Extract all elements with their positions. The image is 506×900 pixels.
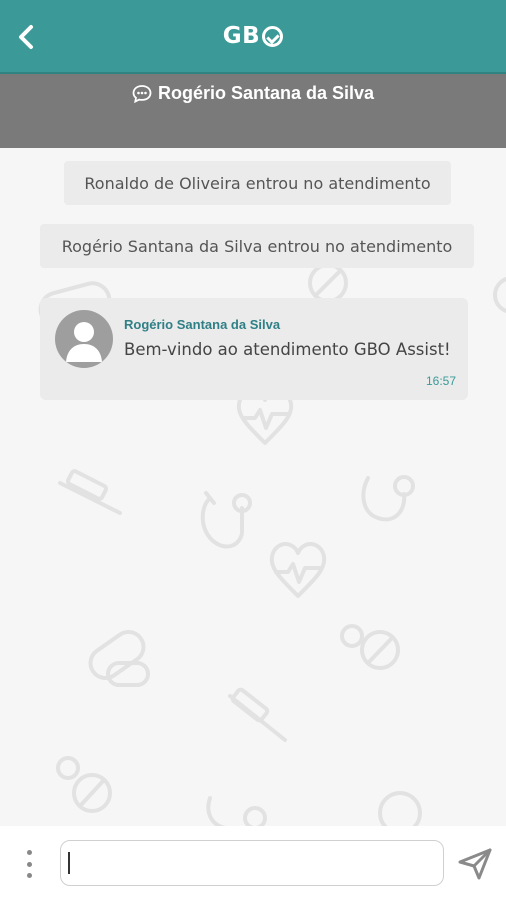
- system-message: Rogério Santana da Silva entrou no atend…: [40, 224, 474, 268]
- system-message: Ronaldo de Oliveira entrou no atendiment…: [64, 161, 451, 205]
- logo-text: GB: [222, 23, 261, 49]
- contact-name: Rogério Santana da Silva: [157, 83, 375, 103]
- chat-bubble-icon: [132, 85, 152, 104]
- conversation-title: Rogério Santana da Silva: [132, 83, 374, 148]
- chat-area[interactable]: Ronaldo de Oliveira entrou no atendiment…: [0, 148, 506, 826]
- logo-check-icon: [262, 25, 284, 47]
- app-header: GB: [0, 0, 506, 74]
- dot: [26, 873, 32, 878]
- send-button[interactable]: [456, 846, 494, 882]
- message-text: Bem-vindo ao atendimento GBO Assist!: [124, 340, 451, 359]
- message-sender: Rogério Santana da Silva: [124, 317, 281, 332]
- back-button[interactable]: [8, 17, 44, 57]
- avatar: [55, 310, 113, 368]
- dot: [26, 861, 32, 867]
- conversation-header: Rogério Santana da Silva: [0, 74, 506, 148]
- user-icon: [66, 322, 102, 362]
- dot: [26, 850, 32, 855]
- send-icon: [458, 848, 492, 880]
- message-input[interactable]: [60, 840, 444, 886]
- chevron-left-icon: [19, 25, 33, 49]
- chat-message-bubble: Rogério Santana da Silva Bem-vindo ao at…: [40, 298, 468, 400]
- text-caret: [68, 852, 70, 874]
- message-timestamp: 16:57: [425, 374, 456, 388]
- more-options-button[interactable]: [18, 846, 40, 882]
- message-composer: [0, 826, 506, 900]
- app-logo: GB: [222, 23, 284, 49]
